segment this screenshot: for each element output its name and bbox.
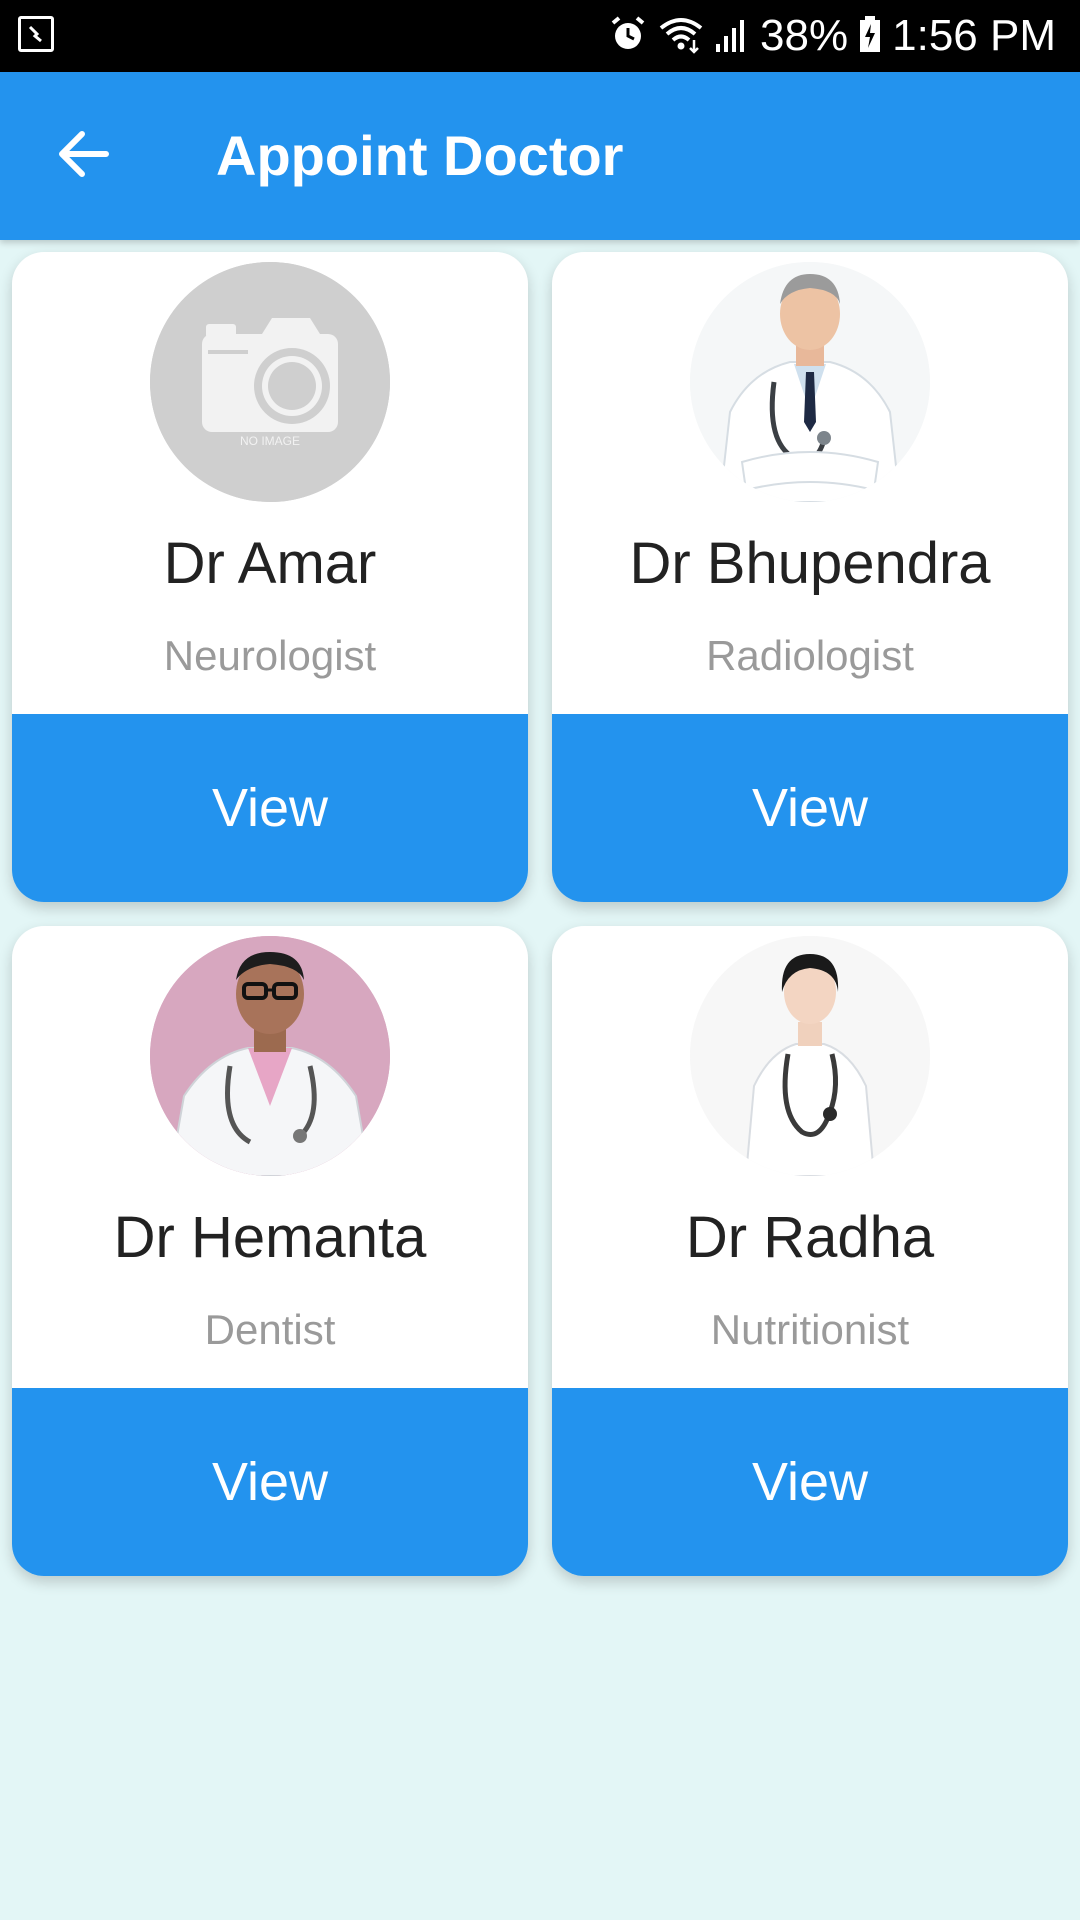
doctor-name: Dr Radha	[685, 1205, 935, 1270]
avatar-photo	[690, 936, 930, 1176]
doctor-card: NO IMAGE Dr Amar Neurologist View	[12, 252, 528, 902]
doctor-card: Dr Hemanta Dentist View	[12, 926, 528, 1576]
app-bar: Appoint Doctor	[0, 72, 1080, 240]
doctor-specialty: Nutritionist	[710, 1306, 910, 1353]
signal-icon	[714, 14, 750, 59]
view-button[interactable]: View	[12, 714, 528, 902]
avatar-photo	[150, 936, 390, 1176]
doctor-card: Dr Radha Nutritionist View	[552, 926, 1068, 1576]
arrow-back-icon	[56, 126, 112, 187]
avatar-photo	[690, 262, 930, 502]
doctor-name: Dr Amar	[163, 531, 377, 596]
clock: 1:56 PM	[892, 11, 1056, 60]
avatar-no-image: NO IMAGE	[150, 262, 390, 502]
view-button[interactable]: View	[12, 1388, 528, 1576]
doctor-specialty: Neurologist	[163, 632, 377, 679]
doctor-specialty: Radiologist	[706, 632, 914, 679]
view-button[interactable]: View	[552, 1388, 1068, 1576]
wifi-icon	[658, 14, 704, 59]
doctor-specialty: Dentist	[204, 1306, 336, 1353]
back-button[interactable]	[40, 112, 128, 200]
screenshot-icon	[18, 16, 54, 52]
view-button[interactable]: View	[552, 714, 1068, 902]
battery-percent: 38%	[760, 11, 849, 60]
doctor-name: Dr Hemanta	[113, 1205, 427, 1270]
doctor-grid: NO IMAGE Dr Amar Neurologist View Dr Bhu…	[12, 252, 1068, 1576]
page-title: Appoint Doctor	[216, 124, 624, 187]
no-image-label: NO IMAGE	[239, 434, 300, 448]
doctor-name: Dr Bhupendra	[629, 531, 991, 596]
status-bar: 38% 1:56 PM	[0, 0, 1080, 72]
alarm-icon	[608, 14, 648, 59]
doctor-card: Dr Bhupendra Radiologist View	[552, 252, 1068, 902]
battery-charging-icon	[858, 14, 882, 59]
